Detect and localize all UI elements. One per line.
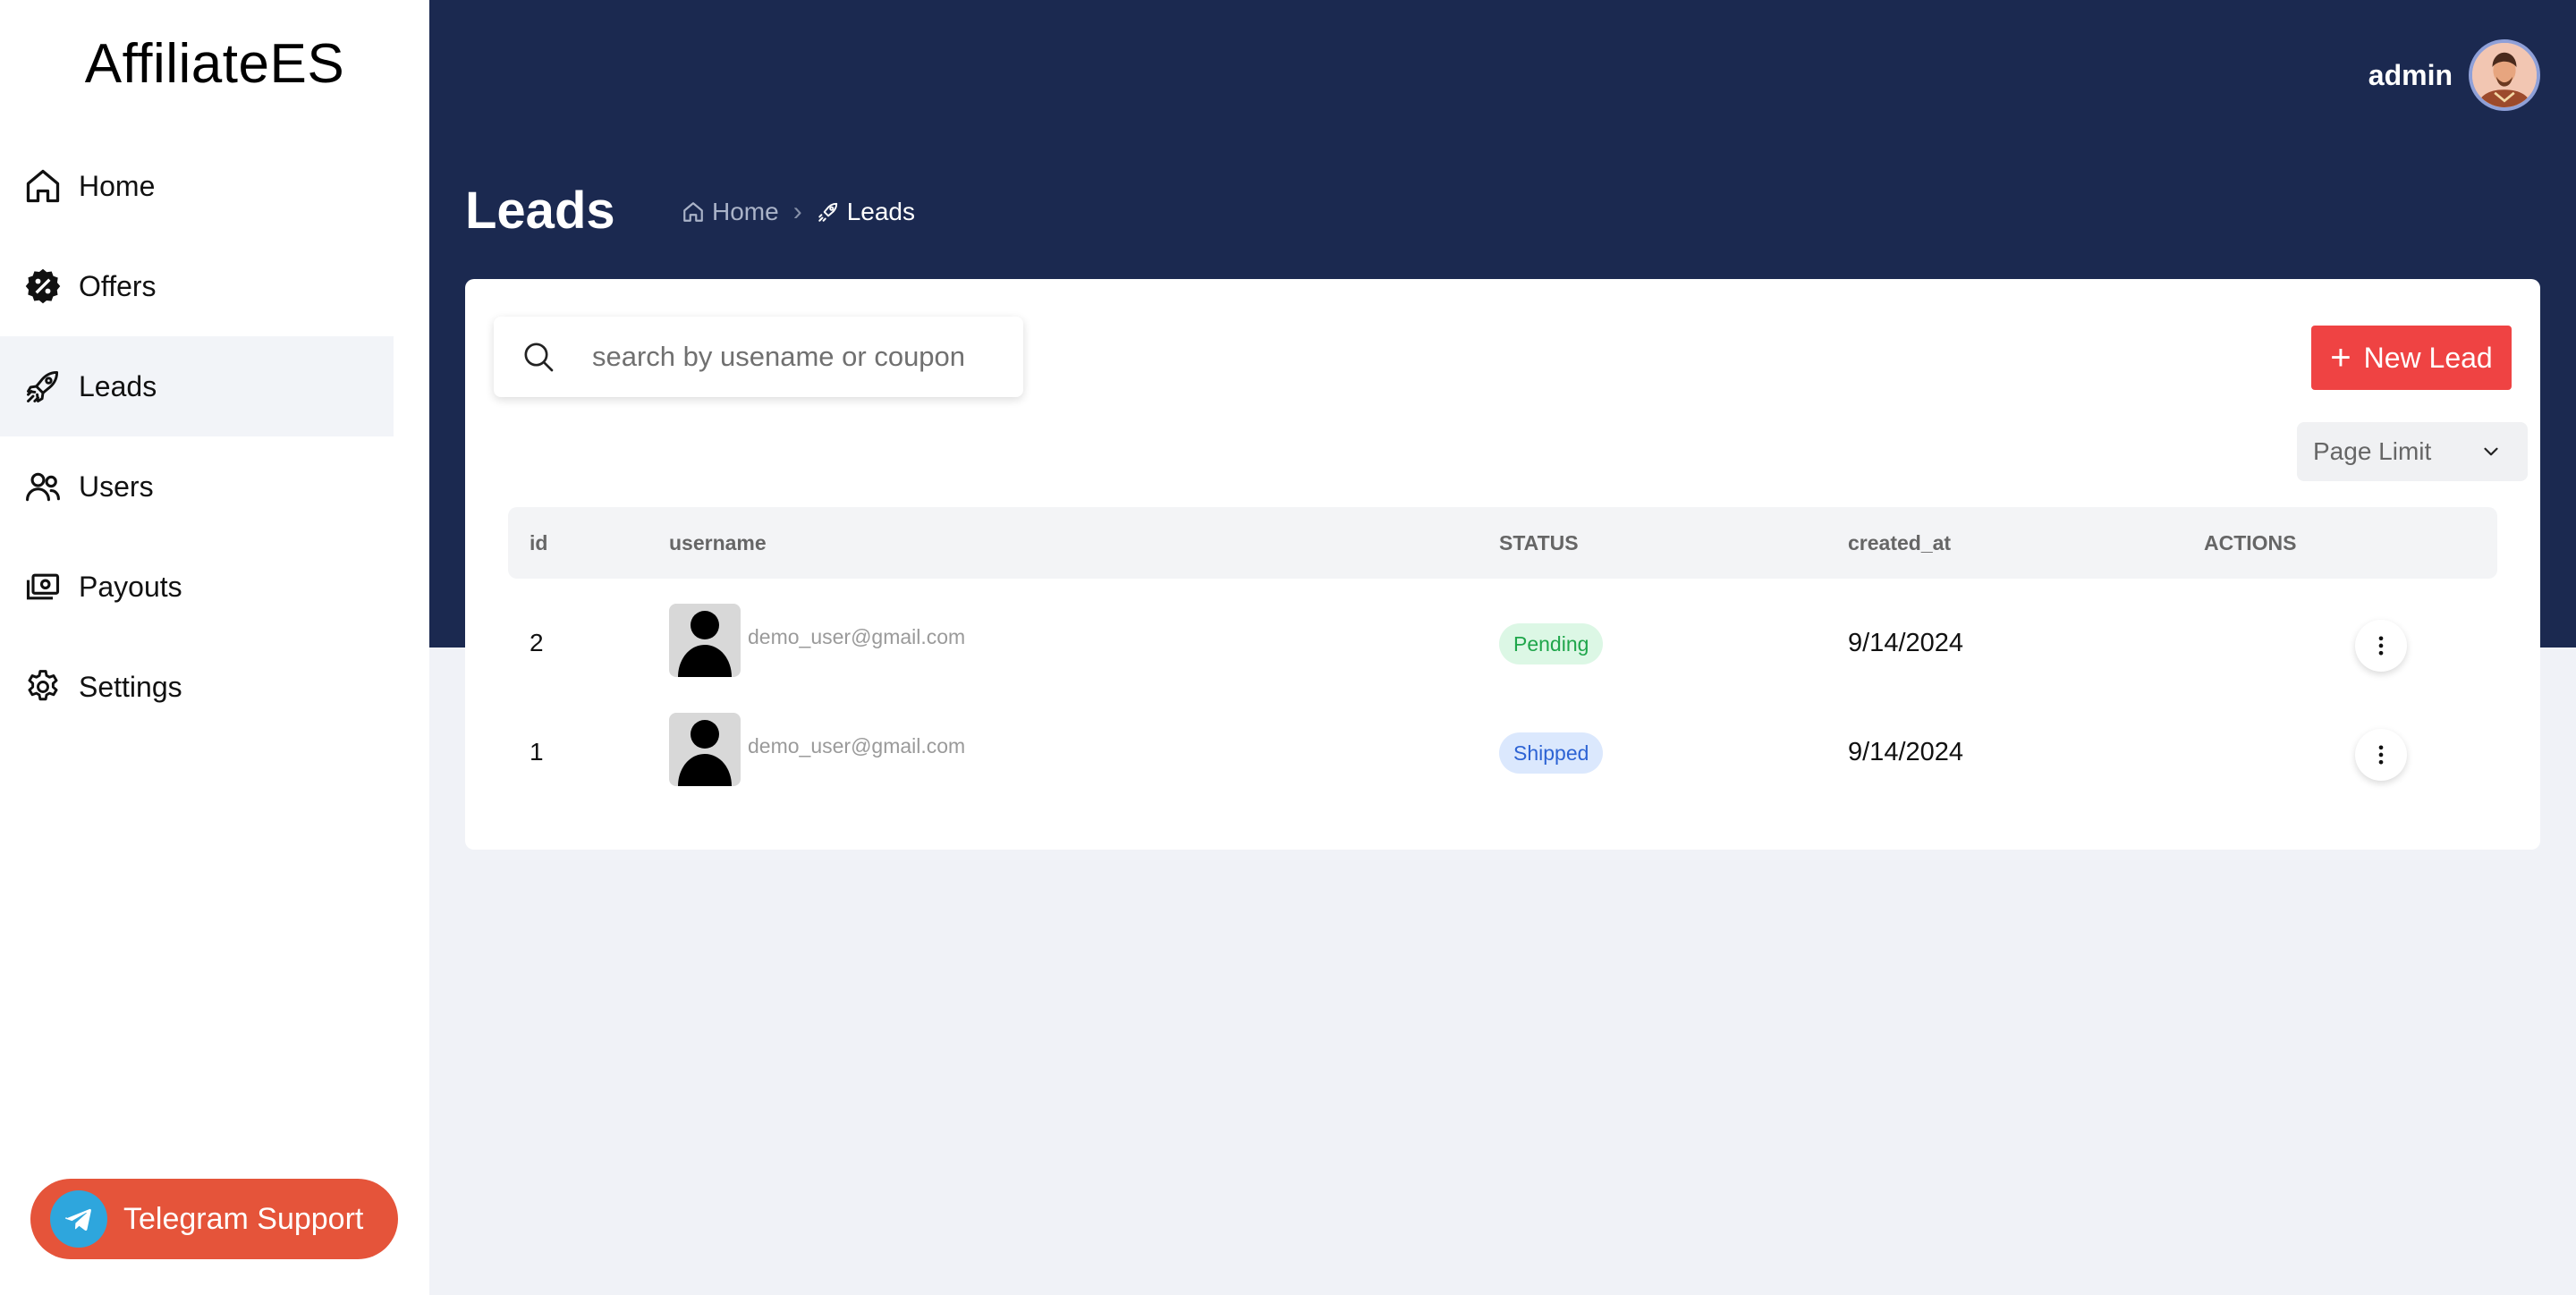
home-icon [23,166,63,206]
breadcrumb-home[interactable]: Home [682,198,779,226]
sidebar-item-label: Leads [79,369,157,402]
telegram-support-button[interactable]: Telegram Support [30,1179,398,1259]
row-email: demo_user@gmail.com [748,734,966,758]
rocket-icon [818,202,837,222]
sidebar-item-offers[interactable]: Offers [0,236,394,336]
sidebar-item-label: Settings [79,670,182,703]
sidebar-item-settings[interactable]: Settings [0,637,394,737]
breadcrumb-current: Leads [817,198,915,226]
column-header-created-at[interactable]: created_at [1848,531,1951,555]
telegram-support-label: Telegram Support [123,1201,364,1236]
page-limit-label: Page Limit [2313,437,2432,465]
more-vertical-icon [2378,636,2384,656]
breadcrumb-home-label: Home [712,198,779,225]
avatar[interactable] [2469,39,2540,111]
plus-icon: + [2330,338,2351,377]
table-header: id username STATUS created_at ACTIONS [508,507,2497,579]
cash-icon [23,567,63,606]
row-created-at: 9/14/2024 [1848,629,1964,657]
sidebar-item-label: Home [79,169,156,202]
discount-badge-icon [23,267,63,306]
sidebar: AffiliateES Home Offers Leads Users Payo… [0,0,429,1295]
new-lead-button[interactable]: + New Lead [2311,326,2512,390]
users-icon [23,467,63,506]
sidebar-item-label: Offers [79,269,157,302]
row-email: demo_user@gmail.com [748,625,966,648]
row-id: 2 [530,629,544,656]
user-menu[interactable]: admin [2368,39,2540,111]
sidebar-item-users[interactable]: Users [0,436,394,537]
column-header-status[interactable]: STATUS [1499,531,1579,555]
sidebar-item-payouts[interactable]: Payouts [0,537,394,637]
chevron-right-icon: › [792,197,802,226]
search-input[interactable] [592,341,1004,373]
breadcrumb: Home › Leads [682,197,915,227]
table-row[interactable]: 1 demo_user@gmail.com Shipped 9/14/2024 [508,700,2497,799]
home-icon [683,202,703,222]
row-actions-button[interactable] [2355,620,2407,672]
row-actions-button[interactable] [2355,729,2407,781]
new-lead-label: New Lead [2363,341,2493,374]
rocket-icon [23,367,63,406]
table-row[interactable]: 2 demo_user@gmail.com Pending 9/14/2024 [508,591,2497,690]
page-limit-select[interactable]: Page Limit [2297,422,2528,481]
sidebar-nav: Home Offers Leads Users Payouts Settings [0,136,429,737]
row-created-at: 9/14/2024 [1848,738,1964,766]
column-header-username[interactable]: username [669,531,767,555]
column-header-id[interactable]: id [530,531,547,555]
sidebar-item-leads[interactable]: Leads [0,336,394,436]
search-icon [524,343,554,372]
sidebar-item-label: Payouts [79,570,182,603]
username-label: admin [2368,58,2453,91]
user-avatar-icon [669,604,741,677]
telegram-icon [50,1190,107,1248]
more-vertical-icon [2378,745,2384,765]
page-title: Leads [465,182,615,240]
status-badge: Shipped [1499,732,1604,774]
chevron-down-icon [2484,447,2498,456]
brand-logo[interactable]: AffiliateES [0,32,429,96]
user-avatar-icon [669,713,741,786]
sidebar-item-home[interactable]: Home [0,136,394,236]
breadcrumb-current-label: Leads [846,198,915,225]
status-badge: Pending [1499,623,1604,664]
gear-icon [23,667,63,707]
search-box [494,317,1023,397]
column-header-actions: ACTIONS [2204,531,2297,554]
leads-card: + New Lead Page Limit id username STATUS… [465,279,2540,850]
row-id: 1 [530,738,544,766]
sidebar-item-label: Users [79,470,154,503]
